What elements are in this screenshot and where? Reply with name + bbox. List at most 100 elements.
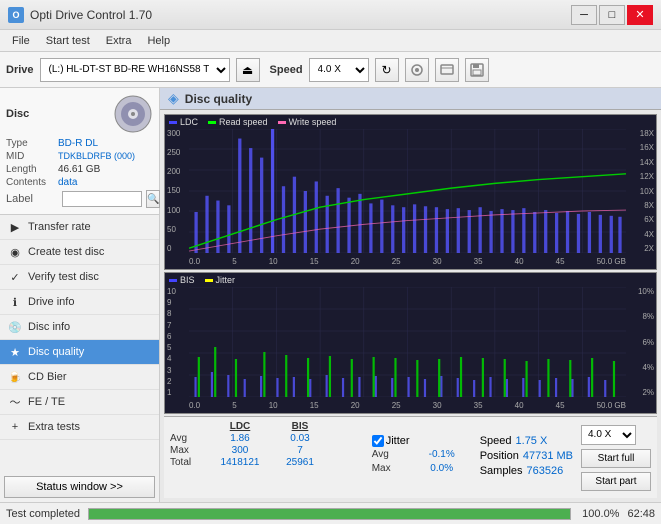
- verify-test-disc-icon: ✓: [8, 270, 22, 284]
- nav-items: ▶ Transfer rate ◉ Create test disc ✓ Ver…: [0, 215, 159, 472]
- app-title: Opti Drive Control 1.70: [30, 8, 152, 22]
- speed-dropdown[interactable]: 4.0 X2.0 X1.0 X: [581, 425, 636, 445]
- nav-extra-tests-label: Extra tests: [28, 421, 80, 433]
- cd-bier-icon: 🍺: [8, 370, 22, 384]
- menu-extra[interactable]: Extra: [98, 33, 140, 49]
- nav-create-test-disc-label: Create test disc: [28, 246, 104, 258]
- nav-disc-quality-label: Disc quality: [28, 346, 84, 358]
- avg-jitter: -0.1%: [412, 449, 472, 460]
- bottom-chart-y-left: 10 9 8 7 6 5 4 3 2 1: [165, 287, 189, 397]
- nav-drive-info-label: Drive info: [28, 296, 74, 308]
- menu-file[interactable]: File: [4, 33, 38, 49]
- charts-area: LDC Read speed Write speed 300 250 200: [160, 110, 661, 502]
- speed-label: Speed: [270, 64, 303, 76]
- status-text: Test completed: [6, 508, 80, 520]
- minimize-button[interactable]: ─: [571, 5, 597, 25]
- nav-fe-te-label: FE / TE: [28, 396, 65, 408]
- title-bar: O Opti Drive Control 1.70 ─ □ ✕: [0, 0, 661, 30]
- speed-display: 1.75 X: [516, 435, 548, 447]
- top-chart: LDC Read speed Write speed 300 250 200: [164, 114, 657, 270]
- start-full-button[interactable]: Start full: [581, 449, 651, 468]
- nav-cd-bier-label: CD Bier: [28, 371, 67, 383]
- app-icon: O: [8, 7, 24, 23]
- progress-bar-fill: [89, 509, 570, 519]
- position-val: 47731 MB: [523, 450, 573, 462]
- write-speed-legend-label: Write speed: [289, 117, 337, 127]
- jitter-label: Jitter: [386, 435, 410, 447]
- avg-bis: 0.03: [270, 433, 330, 444]
- menu-start-test[interactable]: Start test: [38, 33, 98, 49]
- drive-label: Drive: [6, 64, 34, 76]
- top-chart-y-left: 300 250 200 150 100 50 0: [165, 129, 189, 253]
- nav-disc-quality[interactable]: ★ Disc quality: [0, 340, 159, 365]
- jitter-checkbox[interactable]: [372, 435, 384, 447]
- drive-info-icon: ℹ: [8, 295, 22, 309]
- nav-extra-tests[interactable]: + Extra tests: [0, 415, 159, 440]
- bottom-chart-y-right: 10% 8% 6% 4% 2%: [626, 287, 656, 397]
- content-header-icon: ◈: [168, 90, 179, 107]
- top-chart-y-right: 18X 16X 14X 12X 10X 8X 6X 4X 2X: [626, 129, 656, 253]
- total-ldc: 1418121: [210, 457, 270, 468]
- nav-create-test-disc[interactable]: ◉ Create test disc: [0, 240, 159, 265]
- samples-val: 763526: [527, 465, 564, 477]
- nav-verify-test-disc-label: Verify test disc: [28, 271, 99, 283]
- nav-drive-info[interactable]: ℹ Drive info: [0, 290, 159, 315]
- label-input[interactable]: [62, 191, 142, 207]
- maximize-button[interactable]: □: [599, 5, 625, 25]
- content-header-title: Disc quality: [185, 92, 252, 106]
- bottom-chart-svg: [189, 287, 626, 397]
- contents-key: Contents: [6, 177, 58, 188]
- content-header: ◈ Disc quality: [160, 88, 661, 110]
- menu-help[interactable]: Help: [139, 33, 178, 49]
- disc-info-panel: Disc Type BD-R DL MID TDKBLDRFB (000) Le…: [0, 88, 159, 215]
- stats-table: LDC BIS Avg 1.86 0.03 Max 300 7: [170, 421, 364, 494]
- sidebar: Disc Type BD-R DL MID TDKBLDRFB (000) Le…: [0, 88, 160, 502]
- length-key: Length: [6, 164, 58, 175]
- drive-select[interactable]: (L:) HL-DT-ST BD-RE WH16NS58 TST4: [40, 58, 230, 82]
- close-button[interactable]: ✕: [627, 5, 653, 25]
- burn-button[interactable]: [405, 58, 429, 82]
- label-btn[interactable]: 🔍: [146, 190, 160, 208]
- status-bar: Test completed 100.0% 62:48: [0, 502, 661, 524]
- ldc-legend-label: LDC: [180, 117, 198, 127]
- speed-select-toolbar[interactable]: 4.0 X: [309, 58, 369, 82]
- disc-info-icon: 💿: [8, 320, 22, 334]
- mid-key: MID: [6, 151, 58, 162]
- length-val: 46.61 GB: [58, 164, 100, 175]
- type-key: Type: [6, 138, 58, 149]
- ldc-legend-dot: [169, 121, 177, 124]
- disc-button[interactable]: [435, 58, 459, 82]
- start-part-button[interactable]: Start part: [581, 472, 651, 491]
- nav-transfer-rate[interactable]: ▶ Transfer rate: [0, 215, 159, 240]
- eject-button[interactable]: ⏏: [236, 58, 260, 82]
- refresh-button[interactable]: ↻: [375, 58, 399, 82]
- type-val: BD-R DL: [58, 138, 98, 149]
- progress-bar-container: [88, 508, 571, 520]
- status-window-button[interactable]: Status window >>: [4, 476, 155, 498]
- top-chart-legend: LDC Read speed Write speed: [169, 117, 336, 127]
- mid-val: TDKBLDRFB (000): [58, 151, 135, 162]
- nav-disc-info[interactable]: 💿 Disc info: [0, 315, 159, 340]
- content-area: ◈ Disc quality LDC Read speed: [160, 88, 661, 502]
- bis-legend-dot: [169, 279, 177, 282]
- save-button[interactable]: [465, 58, 489, 82]
- bottom-chart-legend: BIS Jitter: [169, 275, 235, 285]
- disc-section-title: Disc: [6, 108, 29, 120]
- nav-fe-te[interactable]: 〜 FE / TE: [0, 390, 159, 415]
- jitter-legend-label: Jitter: [216, 275, 236, 285]
- fe-te-icon: 〜: [8, 395, 22, 409]
- extra-tests-icon: +: [8, 420, 22, 434]
- nav-verify-test-disc[interactable]: ✓ Verify test disc: [0, 265, 159, 290]
- read-speed-legend-label: Read speed: [219, 117, 268, 127]
- create-test-disc-icon: ◉: [8, 245, 22, 259]
- nav-cd-bier[interactable]: 🍺 CD Bier: [0, 365, 159, 390]
- bottom-chart-x-axis: 0.0 5 10 15 20 25 30 35 40 45 50.0 GB: [189, 397, 626, 413]
- disc-icon: [113, 94, 153, 134]
- contents-val: data: [58, 177, 77, 188]
- bis-legend-label: BIS: [180, 275, 195, 285]
- jitter-section: Jitter Avg -0.1% Max 0.0%: [372, 421, 472, 494]
- time-display: 62:48: [627, 508, 655, 520]
- total-bis: 25961: [270, 457, 330, 468]
- stats-area: LDC BIS Avg 1.86 0.03 Max 300 7: [164, 416, 657, 498]
- progress-percent: 100.0%: [579, 508, 619, 520]
